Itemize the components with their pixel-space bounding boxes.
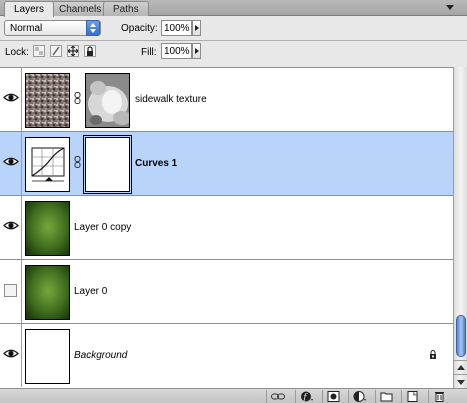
blend-mode-value: Normal <box>10 23 43 34</box>
lock-all-icon[interactable] <box>84 45 96 57</box>
fill-slider-button[interactable] <box>192 43 201 59</box>
opacity-input[interactable]: 100% <box>161 20 192 36</box>
visibility-toggle[interactable] <box>0 196 22 259</box>
layer-row[interactable]: Layer 0 copy <box>0 196 453 260</box>
fill-value: 100% <box>164 46 190 57</box>
lock-icon <box>430 350 436 359</box>
link-chain-icon[interactable] <box>74 92 81 104</box>
layer-row[interactable]: Layer 0 <box>0 260 453 324</box>
layer-row[interactable]: Background <box>0 324 453 388</box>
add-mask-icon[interactable] <box>322 390 344 403</box>
layers-bottom-toolbar: f <box>0 388 467 403</box>
lock-transparent-icon[interactable] <box>33 45 45 57</box>
visibility-toggle[interactable] <box>0 132 22 195</box>
visibility-toggle[interactable] <box>0 324 22 387</box>
fill-input[interactable]: 100% <box>161 43 192 59</box>
link-layers-icon[interactable] <box>266 390 288 403</box>
layer-name[interactable]: Layer 0 <box>74 286 107 297</box>
lock-label: Lock: <box>5 47 29 58</box>
curves-adjustment-icon[interactable] <box>25 137 70 192</box>
layers-list: sidewalk texture Curves 1 Layer 0 copy L… <box>0 67 453 388</box>
eye-icon <box>3 349 19 358</box>
visibility-toggle[interactable] <box>0 68 22 131</box>
tab-label: Paths <box>113 4 139 15</box>
layer-name[interactable]: Background <box>74 350 127 361</box>
opacity-slider-button[interactable] <box>192 20 201 36</box>
new-group-icon[interactable] <box>375 390 397 403</box>
scroll-up-arrow-icon[interactable] <box>454 360 467 374</box>
vertical-scrollbar[interactable] <box>453 67 467 388</box>
visibility-off-box <box>4 284 17 297</box>
eye-icon <box>3 93 19 102</box>
scrollbar-thumb[interactable] <box>456 315 466 357</box>
visibility-toggle[interactable] <box>0 260 22 323</box>
opacity-value: 100% <box>164 23 190 34</box>
select-arrows-icon <box>86 20 100 36</box>
eye-icon <box>3 157 19 166</box>
lock-move-icon[interactable] <box>67 45 79 57</box>
layer-name[interactable]: sidewalk texture <box>135 94 207 105</box>
eye-icon <box>3 221 19 230</box>
lock-brush-icon[interactable] <box>50 45 62 57</box>
blend-mode-select[interactable]: Normal <box>4 20 101 36</box>
layer-row[interactable]: sidewalk texture <box>0 68 453 132</box>
layer-thumbnail[interactable] <box>25 329 70 384</box>
layer-row-selected[interactable]: Curves 1 <box>0 132 453 196</box>
panel-tab-bar: Layers Channels Paths <box>0 0 467 17</box>
scroll-down-arrow-icon[interactable] <box>454 374 467 388</box>
tab-paths[interactable]: Paths <box>103 1 149 16</box>
layer-thumbnail[interactable] <box>25 265 70 320</box>
layer-style-icon[interactable]: f <box>295 390 317 403</box>
delete-layer-icon[interactable] <box>428 390 450 403</box>
new-adjustment-layer-icon[interactable] <box>348 390 370 403</box>
tab-layers[interactable]: Layers <box>4 1 55 17</box>
tab-label: Layers <box>14 4 45 15</box>
layer-thumbnail[interactable] <box>25 73 70 128</box>
tab-label: Channels <box>59 4 102 15</box>
layer-name[interactable]: Curves 1 <box>135 158 177 169</box>
fill-label: Fill: <box>141 47 157 58</box>
panel-menu-icon[interactable] <box>443 2 459 13</box>
layer-thumbnail[interactable] <box>25 201 70 256</box>
new-layer-icon[interactable] <box>401 390 423 403</box>
link-chain-icon[interactable] <box>74 156 81 168</box>
layer-name[interactable]: Layer 0 copy <box>74 222 131 233</box>
divider <box>0 40 467 41</box>
tab-channels[interactable]: Channels <box>49 1 112 16</box>
opacity-label: Opacity: <box>121 23 158 34</box>
layer-mask-thumbnail[interactable] <box>85 73 130 128</box>
layer-mask-thumbnail[interactable] <box>83 135 132 194</box>
